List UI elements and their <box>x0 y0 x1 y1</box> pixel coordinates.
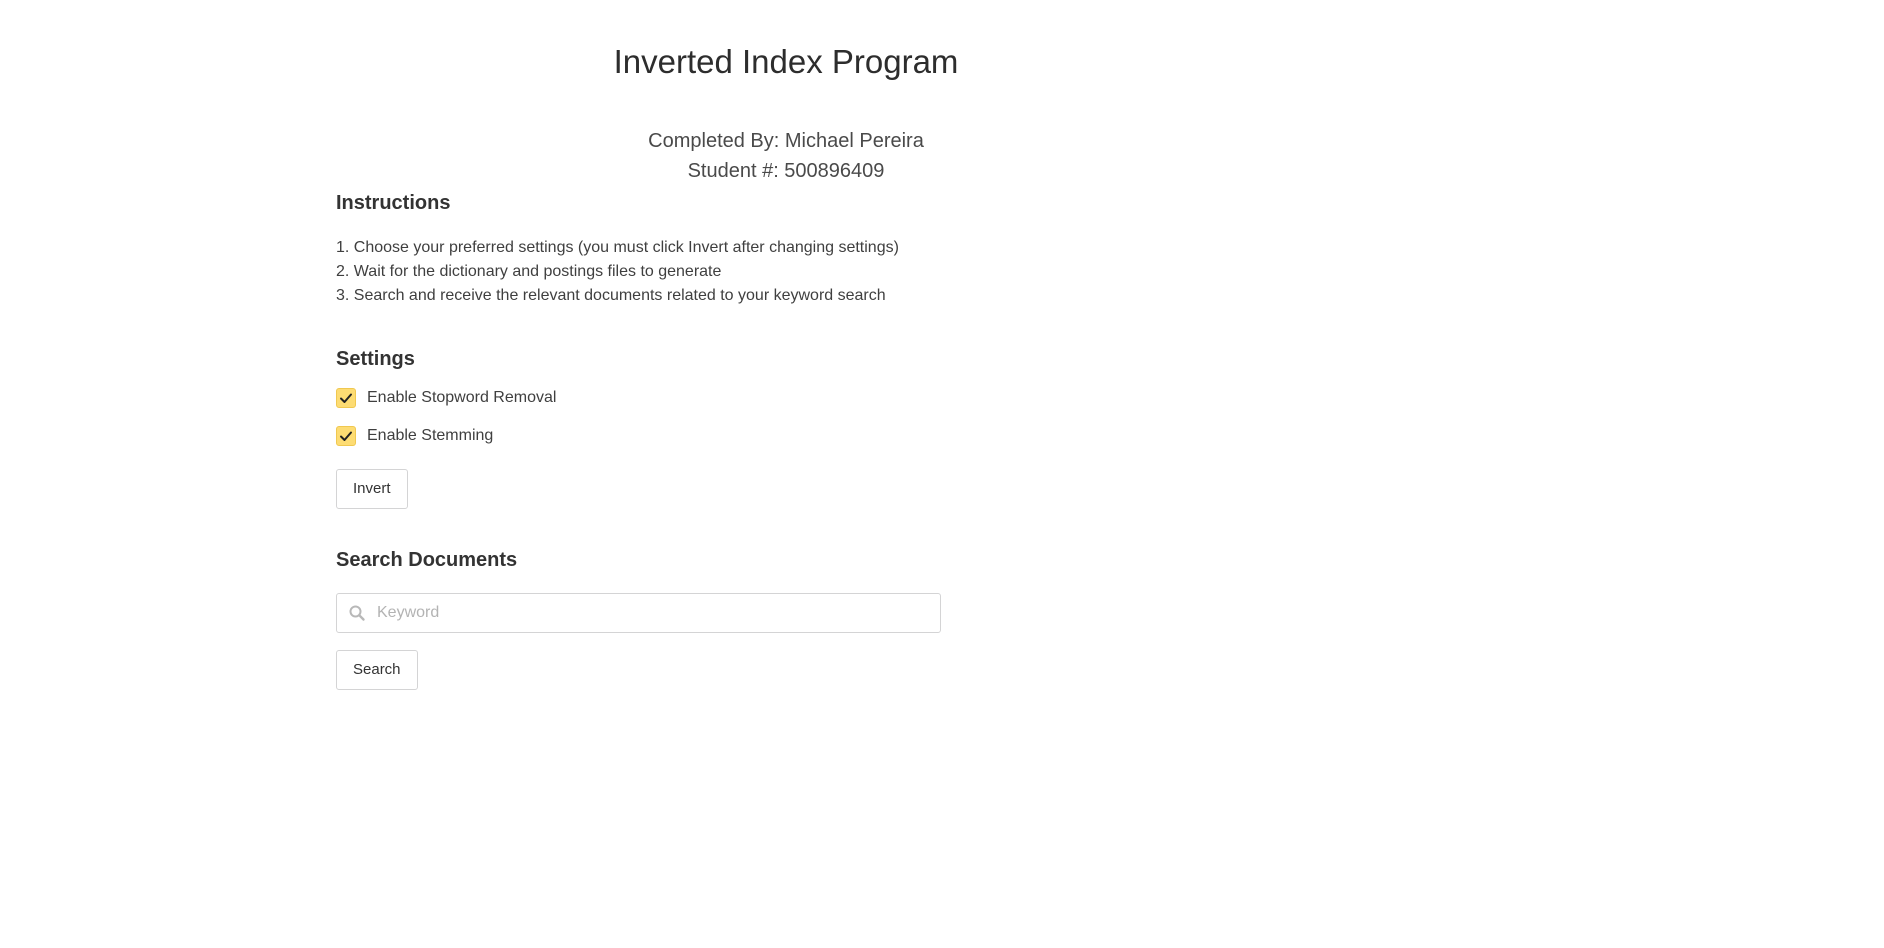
instruction-step: 2. Wait for the dictionary and postings … <box>336 263 722 280</box>
author-line: Completed By: Michael Pereira <box>648 130 924 152</box>
keyword-search-input[interactable] <box>377 594 927 632</box>
main-content: Instructions 1. Choose your preferred se… <box>336 190 1036 690</box>
stopword-removal-checkbox[interactable]: Enable Stopword Removal <box>336 387 1036 409</box>
instructions-heading: Instructions <box>336 192 451 214</box>
search-button[interactable]: Search <box>336 650 418 690</box>
search-field[interactable] <box>336 593 941 633</box>
checkmark-icon <box>340 393 352 403</box>
instructions-list: 1. Choose your preferred settings (you m… <box>336 236 1036 308</box>
stemming-label: Enable Stemming <box>367 427 494 444</box>
page: Inverted Index Program Completed By: Mic… <box>0 0 1884 948</box>
stemming-checkbox[interactable]: Enable Stemming <box>336 425 1036 447</box>
checkmark-icon <box>340 431 352 441</box>
search-icon <box>349 605 365 621</box>
page-header: Inverted Index Program Completed By: Mic… <box>0 40 1572 186</box>
checkbox-checked-icon[interactable] <box>336 426 356 446</box>
search-documents-heading: Search Documents <box>336 549 518 571</box>
student-number-line: Student #: 500896409 <box>687 160 885 182</box>
page-title: Inverted Index Program <box>613 43 959 80</box>
checkbox-checked-icon[interactable] <box>336 388 356 408</box>
stopword-removal-label: Enable Stopword Removal <box>367 389 557 406</box>
instruction-step: 1. Choose your preferred settings (you m… <box>336 239 899 256</box>
settings-heading: Settings <box>336 348 415 370</box>
instruction-step: 3. Search and receive the relevant docum… <box>336 287 886 304</box>
author-info: Completed By: Michael Pereira Student #:… <box>0 126 1572 186</box>
invert-button[interactable]: Invert <box>336 469 408 509</box>
